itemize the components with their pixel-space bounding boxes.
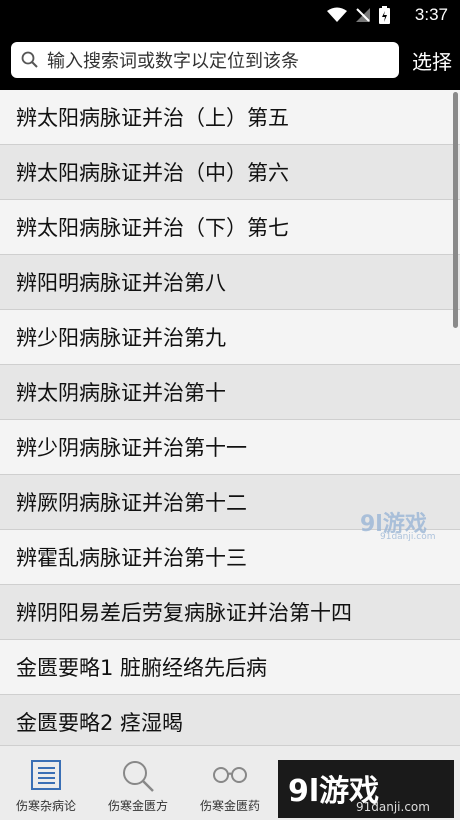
- list-item-label: 辨太阳病脉证并治（中）第六: [16, 161, 289, 185]
- tab-shanghan-jinkui-fang[interactable]: 伤寒金匮方: [92, 746, 184, 820]
- list-item-label: 金匮要略1 脏腑经络先后病: [16, 656, 268, 680]
- list-item-label: 辨厥阴病脉证并治第十二: [16, 491, 247, 515]
- list-item-label: 辨少阳病脉证并治第九: [16, 326, 226, 350]
- list-item-label: 辨阳明病脉证并治第八: [16, 271, 226, 295]
- glasses-icon: [213, 767, 247, 783]
- list-item[interactable]: 辨太阳病脉证并治（上）第五: [0, 90, 460, 145]
- search-placeholder: 输入搜索词或数字以定位到该条: [47, 51, 299, 72]
- search-bar: 输入搜索词或数字以定位到该条 选择: [0, 32, 460, 90]
- list-icon: [31, 760, 61, 790]
- battery-charging-icon: [379, 6, 390, 24]
- status-time: 3:37: [414, 5, 448, 24]
- magnifier-icon: [123, 761, 154, 792]
- list-item[interactable]: 金匮要略1 脏腑经络先后病: [0, 640, 460, 695]
- chapter-list: 辨太阳病脉证并治（上）第五 辨太阳病脉证并治（中）第六 辨太阳病脉证并治（下）第…: [0, 90, 460, 745]
- status-bar: 3:37: [0, 0, 460, 32]
- list-scrollbar[interactable]: [453, 92, 458, 328]
- list-item-label: 辨太阳病脉证并治（下）第七: [16, 216, 289, 240]
- wifi-icon: [327, 7, 347, 22]
- tab-label: 伤寒杂病论: [15, 799, 76, 813]
- list-item-label: 辨霍乱病脉证并治第十三: [16, 546, 247, 570]
- list-item[interactable]: 辨少阳病脉证并治第九: [0, 310, 460, 365]
- list-item-label: 辨太阳病脉证并治（上）第五: [16, 106, 289, 130]
- list-item[interactable]: 辨阳明病脉证并治第八: [0, 255, 460, 310]
- watermark-overlay: 9l游戏 91danji.com: [360, 506, 435, 542]
- watermark-overlay-domain: 91danji.com: [380, 532, 436, 542]
- watermark-logo: 9l游戏 91danji.com: [278, 760, 454, 818]
- search-icon: [21, 51, 38, 68]
- tab-label: 伤寒金匮药: [199, 799, 260, 813]
- list-item[interactable]: 辨太阴病脉证并治第十: [0, 365, 460, 420]
- list-item[interactable]: 金匮要略2 痉湿暍: [0, 695, 460, 745]
- list-item[interactable]: 辨阴阳易差后劳复病脉证并治第十四: [0, 585, 460, 640]
- search-input[interactable]: 输入搜索词或数字以定位到该条: [11, 42, 399, 78]
- no-signal-icon: [356, 8, 370, 22]
- list-item[interactable]: 辨少阴病脉证并治第十一: [0, 420, 460, 475]
- tab-shanghan-zabinglun[interactable]: 伤寒杂病论: [0, 746, 92, 820]
- tab-label: 伤寒金匮方: [107, 799, 168, 813]
- list-item[interactable]: 辨太阳病脉证并治（中）第六: [0, 145, 460, 200]
- list-item[interactable]: 辨太阳病脉证并治（下）第七: [0, 200, 460, 255]
- list-item-label: 辨阴阳易差后劳复病脉证并治第十四: [16, 601, 352, 625]
- list-item-label: 辨太阴病脉证并治第十: [16, 381, 226, 405]
- status-icons: [327, 6, 390, 24]
- select-button[interactable]: 选择: [412, 46, 452, 75]
- watermark-domain: 91danji.com: [356, 800, 430, 814]
- list-item-label: 金匮要略2 痉湿暍: [16, 711, 184, 735]
- list-item-label: 辨少阴病脉证并治第十一: [16, 436, 247, 460]
- tab-shanghan-jinkui-yao[interactable]: 伤寒金匮药: [184, 746, 276, 820]
